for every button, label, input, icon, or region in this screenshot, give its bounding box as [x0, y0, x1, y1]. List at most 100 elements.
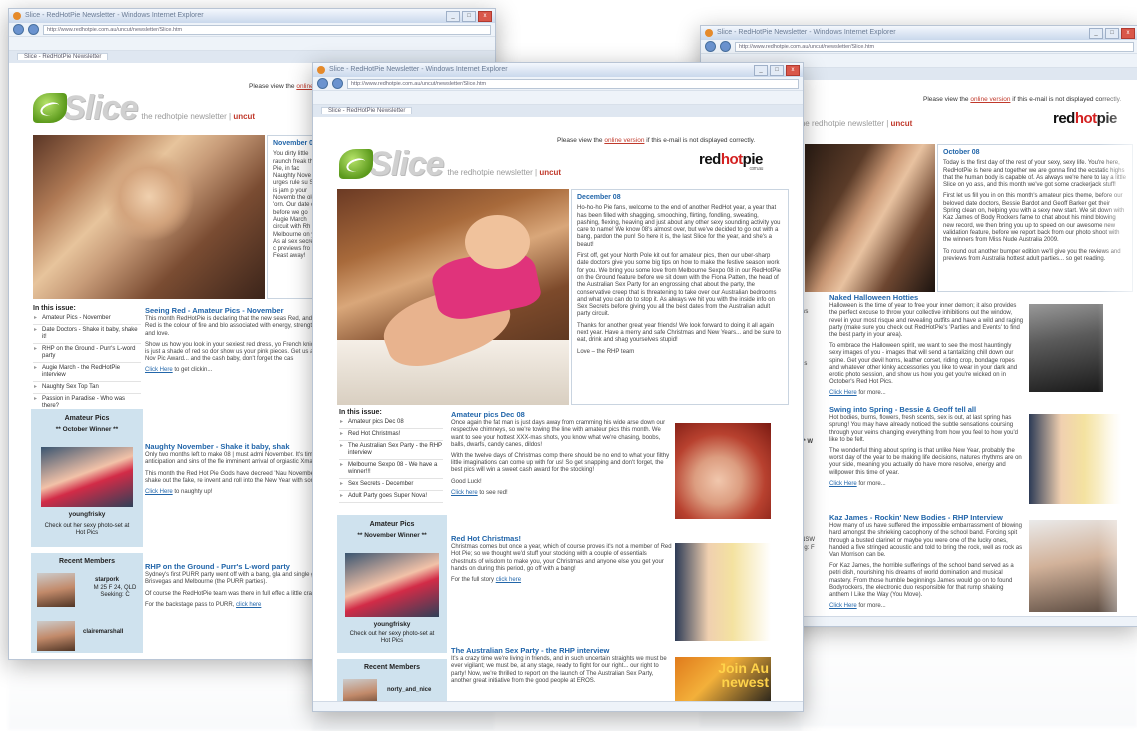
- click-here-link[interactable]: Click here: [451, 490, 478, 496]
- window-title: Slice - RedHotPie Newsletter - Windows I…: [25, 12, 204, 19]
- minimize-button[interactable]: _: [1089, 28, 1103, 39]
- sidebar-fragment: ws es ** W NSW ng: F: [801, 309, 815, 551]
- intro-paragraph: First let us fill you in on this month's…: [943, 193, 1125, 244]
- member-name[interactable]: norty_and_nice: [387, 687, 431, 693]
- click-here-link[interactable]: Click Here: [829, 603, 857, 609]
- issue-item[interactable]: Melbourne Sexpo 08 - We have a winner!!!: [339, 462, 443, 479]
- in-this-issue-title: In this issue:: [33, 305, 76, 312]
- close-button[interactable]: x: [786, 65, 800, 76]
- kaz-james-photo: [1029, 520, 1117, 612]
- online-version-link[interactable]: online version: [604, 137, 644, 144]
- in-this-issue: In this issue: Amateur pics Dec 08 Red Ho…: [339, 409, 443, 505]
- bessie-geoff-photo: [1029, 414, 1121, 504]
- member-info: M 25 F 24, QLD Seeking: C: [93, 585, 137, 598]
- address-bar: http://www.redhotpie.com.au/uncut/newsle…: [313, 77, 803, 91]
- title-bar: Slice - RedHotPie Newsletter - Windows I…: [9, 9, 495, 23]
- forward-button[interactable]: [720, 41, 731, 52]
- back-button[interactable]: [13, 24, 24, 35]
- issue-item[interactable]: Date Doctors - Shake it baby, shake it!: [33, 327, 141, 344]
- article-text: Good Luck!: [451, 478, 482, 485]
- intro-paragraph: To round out another bumper edition we'l…: [943, 248, 1121, 262]
- member-name[interactable]: clairemarshall: [83, 629, 123, 635]
- article-kaz-james: Kaz James - Rockin' New Bodies - RHP Int…: [829, 514, 1025, 624]
- article-text: Once again the fat man is just days away…: [451, 420, 666, 448]
- issue-item[interactable]: Naughty Sex Top Tan: [33, 384, 141, 394]
- window-title: Slice - RedHotPie Newsletter - Windows I…: [717, 29, 896, 36]
- winner-photo[interactable]: [345, 553, 439, 617]
- intro-box: October 08 Today is the first day of the…: [937, 144, 1133, 292]
- toolbar: [9, 37, 495, 51]
- toolbar: [313, 91, 803, 105]
- issue-item[interactable]: The Australian Sex Party - the RHP inter…: [339, 443, 443, 460]
- winner-caption: Check out her sexy photo-set at Hot Pics: [349, 631, 435, 644]
- article-halloween: Naked Halloween Hotties Halloween is the…: [829, 294, 1024, 397]
- address-bar: http://www.redhotpie.com.au/uncut/newsle…: [701, 40, 1137, 54]
- article-title: Kaz James - Rockin' New Bodies - RHP Int…: [829, 514, 1003, 522]
- article-text: Halloween is the time of year to free yo…: [829, 303, 1024, 339]
- winner-name[interactable]: youngfrisky: [337, 621, 447, 628]
- address-bar: http://www.redhotpie.com.au/uncut/newsle…: [9, 23, 495, 37]
- browser-window-december: Slice - RedHotPie Newsletter - Windows I…: [312, 62, 804, 712]
- click-here-link[interactable]: Click Here: [145, 367, 173, 373]
- halloween-photo: [1029, 304, 1103, 392]
- maximize-button[interactable]: □: [770, 65, 784, 76]
- in-this-issue-title: In this issue:: [339, 409, 382, 416]
- status-bar: [313, 701, 803, 711]
- hero-photo: [805, 144, 935, 292]
- slice-icon: [339, 149, 373, 179]
- recent-members-box: Recent Members starpork M 25 F 24, QLD S…: [31, 553, 143, 653]
- issue-list: Amateur Pics - November Date Doctors - Sh…: [33, 315, 141, 413]
- winner-photo[interactable]: [41, 447, 133, 507]
- issue-item[interactable]: Amateur Pics - November: [33, 315, 141, 325]
- issue-item[interactable]: Augie March - the RedHotPie interview: [33, 365, 141, 382]
- amateur-pics-box: Amateur Pics ** November Winner ** young…: [337, 515, 447, 653]
- click-here-link[interactable]: click here: [236, 602, 261, 608]
- winner-caption: Check out her sexy photo-set at Hot Pics: [44, 523, 130, 536]
- minimize-button[interactable]: _: [754, 65, 768, 76]
- party-banner-text: Join Au newest: [718, 660, 769, 690]
- article-text: It's a crazy time we're living in friend…: [451, 656, 667, 684]
- issue-item[interactable]: Red Hot Christmas!: [339, 431, 443, 441]
- online-version-link[interactable]: online version: [970, 96, 1010, 103]
- issue-item[interactable]: Amateur pics Dec 08: [339, 419, 443, 429]
- amateur-pics-title: Amateur Pics: [64, 415, 110, 422]
- url-field[interactable]: http://www.redhotpie.com.au/uncut/newsle…: [43, 24, 491, 35]
- intro-box: December 08 Ho-ho-ho Pie fans, welcome t…: [571, 189, 789, 405]
- winner-label: ** October Winner **: [55, 426, 119, 433]
- maximize-button[interactable]: □: [1105, 28, 1119, 39]
- title-bar: Slice - RedHotPie Newsletter - Windows I…: [701, 26, 1137, 40]
- issue-item[interactable]: RHP on the Ground - Purr's L-word party: [33, 346, 141, 363]
- click-here-link[interactable]: Click Here: [829, 481, 857, 487]
- click-here-link[interactable]: Click Here: [829, 390, 857, 396]
- article-spring: Swing into Spring - Bessie & Geoff tell …: [829, 406, 1025, 510]
- url-field[interactable]: http://www.redhotpie.com.au/uncut/newsle…: [735, 41, 1134, 52]
- issue-item[interactable]: Adult Party goes Super Nova!: [339, 493, 443, 503]
- tab-current[interactable]: Slice - RedHotPie Newsletter: [17, 53, 109, 60]
- intro-heading: October 08: [943, 149, 980, 156]
- url-field[interactable]: http://www.redhotpie.com.au/uncut/newsle…: [347, 78, 799, 89]
- close-button[interactable]: x: [1121, 28, 1135, 39]
- forward-button[interactable]: [332, 78, 343, 89]
- winner-name[interactable]: youngfrisky: [31, 511, 143, 518]
- click-here-link[interactable]: Click Here: [145, 489, 173, 495]
- member-name[interactable]: starpork: [95, 577, 119, 583]
- tab-current[interactable]: Slice - RedHotPie Newsletter: [321, 107, 413, 114]
- in-this-issue: In this issue: Amateur Pics - November Da…: [33, 305, 141, 415]
- click-here-link[interactable]: click here: [496, 577, 521, 583]
- article-title: Amateur pics Dec 08: [451, 411, 525, 419]
- article-text: With the twelve days of Christmas comp t…: [451, 453, 670, 474]
- article-text: Christmas comes but once a year, which o…: [451, 544, 672, 572]
- minimize-button[interactable]: _: [446, 11, 460, 22]
- article-amateur-dec: Amateur pics Dec 08 Once again the fat m…: [451, 411, 673, 525]
- back-button[interactable]: [705, 41, 716, 52]
- slice-icon: [33, 93, 67, 123]
- member-avatar[interactable]: [37, 573, 75, 607]
- back-button[interactable]: [317, 78, 328, 89]
- issue-item[interactable]: Sex Secrets - December: [339, 481, 443, 491]
- maximize-button[interactable]: □: [462, 11, 476, 22]
- forward-button[interactable]: [28, 24, 39, 35]
- christmas-couple-photo: [675, 543, 771, 641]
- close-button[interactable]: x: [478, 11, 492, 22]
- member-avatar[interactable]: [37, 621, 75, 651]
- article-title: Swing into Spring - Bessie & Geoff tell …: [829, 406, 977, 414]
